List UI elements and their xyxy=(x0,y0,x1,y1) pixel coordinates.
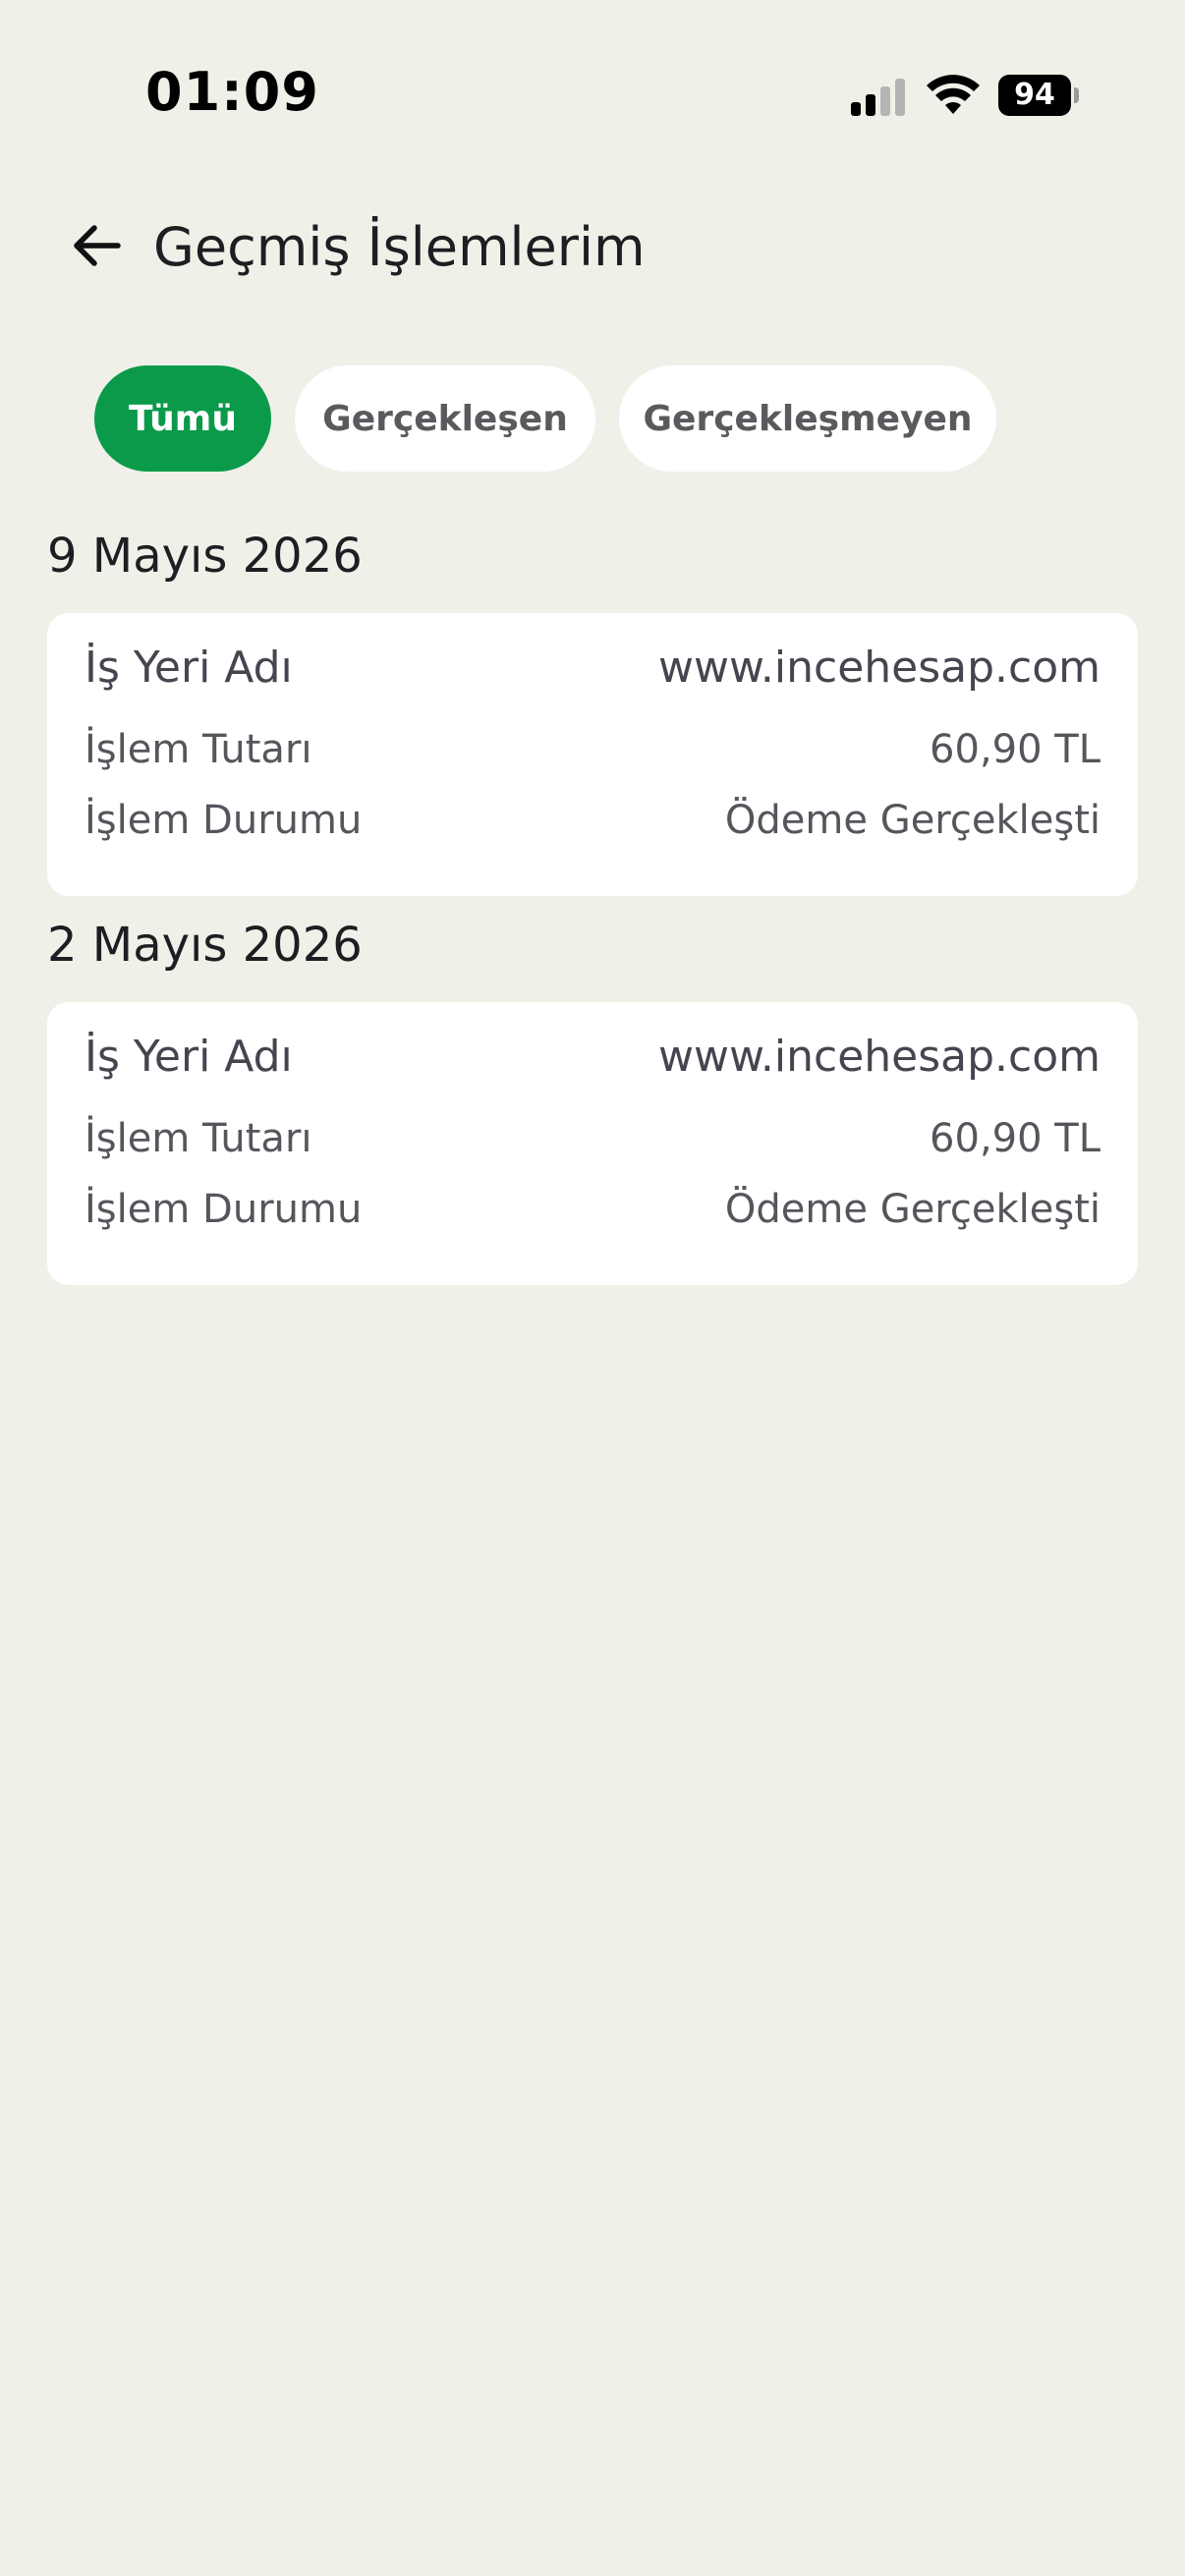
status-row: İşlem Durumu Ödeme Gerçekleşti xyxy=(85,798,1100,843)
amount-label: İşlem Tutarı xyxy=(85,1116,312,1161)
merchant-value: www.incehesap.com xyxy=(657,643,1100,693)
date-heading: 9 Mayıs 2026 xyxy=(47,529,363,584)
signal-icon xyxy=(851,79,905,116)
filter-tabs: Tümü Gerçekleşen Gerçekleşmeyen xyxy=(94,365,996,472)
merchant-label: İş Yeri Adı xyxy=(85,1032,293,1082)
amount-label: İşlem Tutarı xyxy=(85,727,312,772)
page-title: Geçmiş İşlemlerim xyxy=(153,216,646,278)
merchant-value: www.incehesap.com xyxy=(657,1032,1100,1082)
battery-tip xyxy=(1074,87,1079,103)
date-heading: 2 Mayıs 2026 xyxy=(47,918,363,973)
header: Geçmiş İşlemlerim xyxy=(0,187,1185,305)
wifi-icon xyxy=(927,75,980,114)
status-row: İşlem Durumu Ödeme Gerçekleşti xyxy=(85,1187,1100,1232)
filter-chip-failed[interactable]: Gerçekleşmeyen xyxy=(619,365,996,472)
transaction-card[interactable]: İş Yeri Adı www.incehesap.com İşlem Tuta… xyxy=(47,613,1138,896)
amount-value: 60,90 TL xyxy=(930,1116,1100,1161)
status-label: İşlem Durumu xyxy=(85,798,363,843)
arrow-left-icon xyxy=(74,225,121,266)
status-label: İşlem Durumu xyxy=(85,1187,363,1232)
merchant-row: İş Yeri Adı www.incehesap.com xyxy=(85,1032,1100,1082)
screen: 01:09 94 Geçmiş İşlemlerim Tümü Gerçekle… xyxy=(0,0,1185,2576)
battery-icon: 94 xyxy=(998,75,1079,116)
status-value: Ödeme Gerçekleşti xyxy=(724,1187,1100,1232)
status-time: 01:09 xyxy=(145,61,319,123)
transaction-card[interactable]: İş Yeri Adı www.incehesap.com İşlem Tuta… xyxy=(47,1002,1138,1285)
battery-level: 94 xyxy=(998,75,1071,116)
amount-value: 60,90 TL xyxy=(930,727,1100,772)
status-value: Ödeme Gerçekleşti xyxy=(724,798,1100,843)
merchant-row: İş Yeri Adı www.incehesap.com xyxy=(85,643,1100,693)
filter-chip-all[interactable]: Tümü xyxy=(94,365,271,472)
amount-row: İşlem Tutarı 60,90 TL xyxy=(85,1116,1100,1161)
amount-row: İşlem Tutarı 60,90 TL xyxy=(85,727,1100,772)
merchant-label: İş Yeri Adı xyxy=(85,643,293,693)
status-bar: 01:09 94 xyxy=(0,0,1185,147)
filter-chip-completed[interactable]: Gerçekleşen xyxy=(295,365,595,472)
back-button[interactable] xyxy=(59,208,134,283)
